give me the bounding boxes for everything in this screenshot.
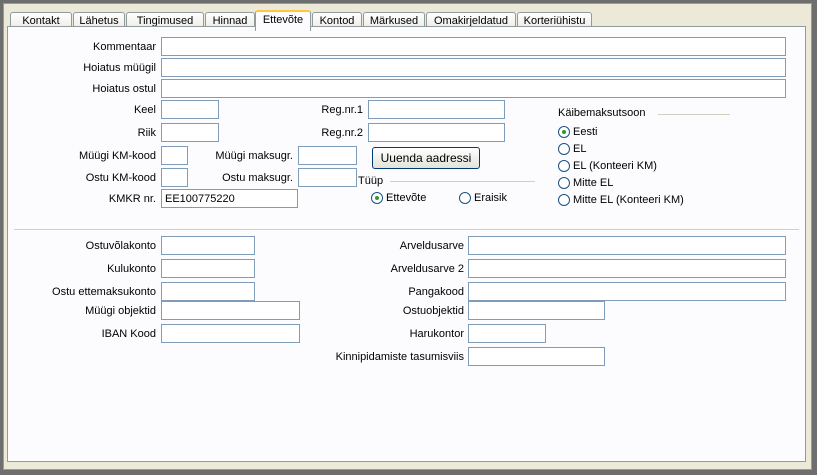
myygi-objektid-label: Müügi objektid <box>85 305 156 317</box>
ostu-km-kood-input[interactable] <box>161 168 188 187</box>
reg-nr1-input[interactable] <box>368 100 505 119</box>
reg-nr1-label: Reg.nr.1 <box>321 104 363 116</box>
myygi-maksugr-input[interactable] <box>298 146 357 165</box>
ostuobjektid-input[interactable] <box>468 301 605 320</box>
section-divider <box>14 229 799 231</box>
kms-eesti-label: Eesti <box>573 126 598 138</box>
kulukonto-input[interactable] <box>161 259 255 278</box>
window-frame: Kontakt Lähetus Tingimused Hinnad Ettevõ… <box>3 3 812 470</box>
kaibemaksutsoon-divider <box>658 114 730 115</box>
tyyp-divider <box>390 181 535 182</box>
reg-nr2-input[interactable] <box>368 123 505 142</box>
arveldusarve-input[interactable] <box>468 236 786 255</box>
riik-label: Riik <box>137 127 156 139</box>
arveldusarve2-input[interactable] <box>468 259 786 278</box>
ostu-maksugr-input[interactable] <box>298 168 357 187</box>
uuenda-aadressi-button[interactable]: Uuenda aadressi <box>372 147 480 169</box>
kms-mitte-el-label: Mitte EL <box>573 177 614 189</box>
kinnipidamiste-label: Kinnipidamiste tasumisviis <box>335 351 464 363</box>
keel-label: Keel <box>133 104 156 116</box>
pangakood-input[interactable] <box>468 282 786 301</box>
iban-kood-label: IBAN Kood <box>101 328 156 340</box>
kinnipidamiste-input[interactable] <box>468 347 605 366</box>
kmkr-nr-label: KMKR nr. <box>108 193 156 205</box>
riik-input[interactable] <box>161 123 219 142</box>
tyyp-label: Tüüp <box>358 175 384 187</box>
kms-eesti-radio[interactable] <box>558 126 570 138</box>
kommentaar-input[interactable] <box>161 37 786 56</box>
myygi-maksugr-label: Müügi maksugr. <box>215 150 293 162</box>
tyyp-eraisik-label: Eraisik <box>474 192 508 204</box>
hoiatus-myygil-input[interactable] <box>161 58 786 77</box>
kms-el-konteeri-label: EL (Konteeri KM) <box>573 160 657 172</box>
hoiatus-ostul-label: Hoiatus ostul <box>92 83 156 95</box>
arveldusarve-label: Arveldusarve <box>399 240 464 252</box>
ettevote-panel: Kommentaar Hoiatus müügil Hoiatus ostul … <box>7 26 806 462</box>
harukontor-label: Harukontor <box>409 328 464 340</box>
tab-ettevote[interactable]: Ettevõte <box>255 10 311 31</box>
myygi-km-kood-label: Müügi KM-kood <box>78 150 156 162</box>
ostu-km-kood-label: Ostu KM-kood <box>85 172 156 184</box>
pangakood-label: Pangakood <box>408 286 464 298</box>
kommentaar-label: Kommentaar <box>93 41 156 53</box>
ostu-maksugr-label: Ostu maksugr. <box>222 172 293 184</box>
hoiatus-myygil-label: Hoiatus müügil <box>83 62 156 74</box>
tyyp-eraisik-radio[interactable] <box>459 192 471 204</box>
kms-mitte-el-konteeri-label: Mitte EL (Konteeri KM) <box>573 194 684 206</box>
kms-mitte-el-radio[interactable] <box>558 177 570 189</box>
ostuvolakonto-label: Ostuvõlakonto <box>85 240 156 252</box>
kaibemaksutsoon-label: Käibemaksutsoon <box>558 107 646 119</box>
kms-el-konteeri-radio[interactable] <box>558 160 570 172</box>
kmkr-nr-input[interactable] <box>161 189 298 208</box>
kms-mitte-el-konteeri-radio[interactable] <box>558 194 570 206</box>
keel-input[interactable] <box>161 100 219 119</box>
ostu-ettemaksukonto-label: Ostu ettemaksukonto <box>52 286 156 298</box>
kulukonto-label: Kulukonto <box>107 263 156 275</box>
ostuobjektid-label: Ostuobjektid <box>402 305 464 317</box>
reg-nr2-label: Reg.nr.2 <box>321 127 363 139</box>
kms-el-label: EL <box>573 143 587 155</box>
tyyp-ettevote-radio[interactable] <box>371 192 383 204</box>
kms-el-radio[interactable] <box>558 143 570 155</box>
ostuvolakonto-input[interactable] <box>161 236 255 255</box>
myygi-km-kood-input[interactable] <box>161 146 188 165</box>
tyyp-ettevote-label: Ettevõte <box>386 192 427 204</box>
harukontor-input[interactable] <box>468 324 546 343</box>
arveldusarve2-label: Arveldusarve 2 <box>390 263 464 275</box>
hoiatus-ostul-input[interactable] <box>161 79 786 98</box>
ostu-ettemaksukonto-input[interactable] <box>161 282 255 301</box>
